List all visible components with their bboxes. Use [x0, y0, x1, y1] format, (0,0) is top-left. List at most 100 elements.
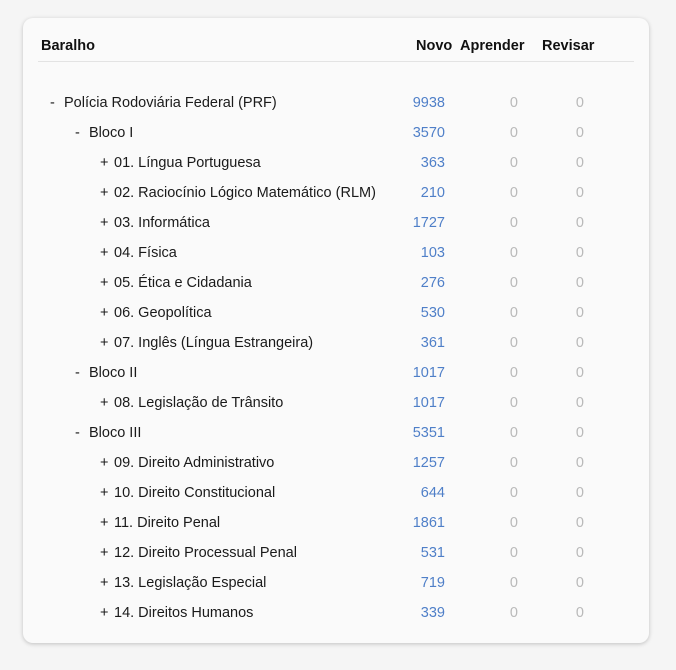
deck-name-link[interactable]: 05. Ética e Cidadania — [114, 275, 252, 291]
review-count: 0 — [575, 545, 584, 561]
deck-row[interactable]: +10. Direito Constitucional 644 0 0 — [23, 479, 649, 509]
collapse-toggle[interactable]: - — [50, 95, 64, 111]
review-count: 0 — [575, 425, 584, 441]
expand-toggle[interactable]: + — [100, 395, 114, 411]
deck-row[interactable]: +01. Língua Portuguesa 363 0 0 — [23, 149, 649, 179]
expand-toggle[interactable]: + — [100, 275, 114, 291]
learn-count: 0 — [509, 185, 518, 201]
collapse-toggle[interactable]: - — [75, 365, 89, 381]
deck-name-link[interactable]: 07. Inglês (Língua Estrangeira) — [114, 335, 313, 351]
deck-cell: +08. Legislação de Trânsito — [100, 395, 283, 411]
review-count: 0 — [575, 305, 584, 321]
expand-toggle[interactable]: + — [100, 545, 114, 561]
deck-row[interactable]: +03. Informática 1727 0 0 — [23, 209, 649, 239]
new-count: 1861 — [412, 515, 445, 531]
column-header-learn: Aprender — [460, 38, 525, 54]
review-count: 0 — [575, 335, 584, 351]
new-count: 5351 — [412, 425, 445, 441]
deck-name-link[interactable]: 06. Geopolítica — [114, 305, 212, 321]
deck-row[interactable]: +04. Física 103 0 0 — [23, 239, 649, 269]
deck-table-header: Baralho Novo Aprender Revisar — [23, 18, 649, 74]
learn-count: 0 — [509, 245, 518, 261]
learn-count: 0 — [509, 395, 518, 411]
expand-toggle[interactable]: + — [100, 575, 114, 591]
deck-row[interactable]: +06. Geopolítica 530 0 0 — [23, 299, 649, 329]
deck-name-link[interactable]: 01. Língua Portuguesa — [114, 155, 261, 171]
column-header-review: Revisar — [542, 38, 595, 54]
deck-name-link[interactable]: 14. Direitos Humanos — [114, 605, 253, 621]
deck-row[interactable]: +07. Inglês (Língua Estrangeira) 361 0 0 — [23, 329, 649, 359]
deck-cell: +10. Direito Constitucional — [100, 485, 275, 501]
new-count: 1017 — [412, 365, 445, 381]
deck-name-link[interactable]: 12. Direito Processual Penal — [114, 545, 297, 561]
new-count: 9938 — [412, 95, 445, 111]
new-count: 1257 — [412, 455, 445, 471]
collapse-toggle[interactable]: - — [75, 125, 89, 141]
learn-count: 0 — [509, 215, 518, 231]
expand-toggle[interactable]: + — [100, 335, 114, 351]
deck-row[interactable]: +14. Direitos Humanos 339 0 0 — [23, 599, 649, 629]
review-count: 0 — [575, 125, 584, 141]
new-count: 103 — [420, 245, 445, 261]
deck-row[interactable]: +12. Direito Processual Penal 531 0 0 — [23, 539, 649, 569]
review-count: 0 — [575, 575, 584, 591]
review-count: 0 — [575, 95, 584, 111]
deck-row[interactable]: +13. Legislação Especial 719 0 0 — [23, 569, 649, 599]
new-count: 644 — [420, 485, 445, 501]
new-count: 361 — [420, 335, 445, 351]
deck-cell: +12. Direito Processual Penal — [100, 545, 297, 561]
new-count: 3570 — [412, 125, 445, 141]
expand-toggle[interactable]: + — [100, 185, 114, 201]
collapse-toggle[interactable]: - — [75, 425, 89, 441]
deck-cell: +14. Direitos Humanos — [100, 605, 253, 621]
deck-name-link[interactable]: 03. Informática — [114, 215, 210, 231]
expand-toggle[interactable]: + — [100, 245, 114, 261]
expand-toggle[interactable]: + — [100, 155, 114, 171]
deck-list-card: Baralho Novo Aprender Revisar - Polícia R… — [23, 18, 649, 643]
expand-toggle[interactable]: + — [100, 485, 114, 501]
deck-row[interactable]: - Polícia Rodoviária Federal (PRF) 9938 0… — [23, 89, 649, 119]
deck-cell: +05. Ética e Cidadania — [100, 275, 252, 291]
deck-name-link[interactable]: 10. Direito Constitucional — [114, 485, 275, 501]
header-divider — [38, 61, 634, 62]
deck-row[interactable]: +05. Ética e Cidadania 276 0 0 — [23, 269, 649, 299]
review-count: 0 — [575, 395, 584, 411]
review-count: 0 — [575, 455, 584, 471]
deck-row[interactable]: - Bloco I 3570 0 0 — [23, 119, 649, 149]
new-count: 276 — [420, 275, 445, 291]
review-count: 0 — [575, 185, 584, 201]
column-header-deck: Baralho — [41, 38, 95, 54]
deck-row[interactable]: +08. Legislação de Trânsito 1017 0 0 — [23, 389, 649, 419]
deck-row[interactable]: +11. Direito Penal 1861 0 0 — [23, 509, 649, 539]
review-count: 0 — [575, 215, 584, 231]
deck-cell: - Bloco I — [75, 125, 133, 141]
deck-row[interactable]: - Bloco III 5351 0 0 — [23, 419, 649, 449]
expand-toggle[interactable]: + — [100, 515, 114, 531]
deck-cell: - Polícia Rodoviária Federal (PRF) — [50, 95, 277, 111]
new-count: 1727 — [412, 215, 445, 231]
deck-row[interactable]: +02. Raciocínio Lógico Matemático (RLM) … — [23, 179, 649, 209]
review-count: 0 — [575, 605, 584, 621]
new-count: 719 — [420, 575, 445, 591]
expand-toggle[interactable]: + — [100, 305, 114, 321]
expand-toggle[interactable]: + — [100, 455, 114, 471]
new-count: 363 — [420, 155, 445, 171]
deck-name-link[interactable]: Polícia Rodoviária Federal (PRF) — [64, 95, 277, 111]
deck-name-link[interactable]: Bloco I — [89, 125, 133, 141]
deck-name-link[interactable]: 02. Raciocínio Lógico Matemático (RLM) — [114, 185, 376, 201]
deck-name-link[interactable]: 09. Direito Administrativo — [114, 455, 274, 471]
deck-name-link[interactable]: 13. Legislação Especial — [114, 575, 266, 591]
deck-row[interactable]: - Bloco II 1017 0 0 — [23, 359, 649, 389]
review-count: 0 — [575, 245, 584, 261]
expand-toggle[interactable]: + — [100, 215, 114, 231]
deck-row[interactable]: +09. Direito Administrativo 1257 0 0 — [23, 449, 649, 479]
deck-name-link[interactable]: 04. Física — [114, 245, 177, 261]
review-count: 0 — [575, 155, 584, 171]
expand-toggle[interactable]: + — [100, 605, 114, 621]
review-count: 0 — [575, 515, 584, 531]
deck-cell: +11. Direito Penal — [100, 515, 220, 531]
deck-name-link[interactable]: 08. Legislação de Trânsito — [114, 395, 283, 411]
deck-name-link[interactable]: Bloco III — [89, 425, 141, 441]
deck-name-link[interactable]: 11. Direito Penal — [114, 515, 220, 531]
deck-name-link[interactable]: Bloco II — [89, 365, 137, 381]
